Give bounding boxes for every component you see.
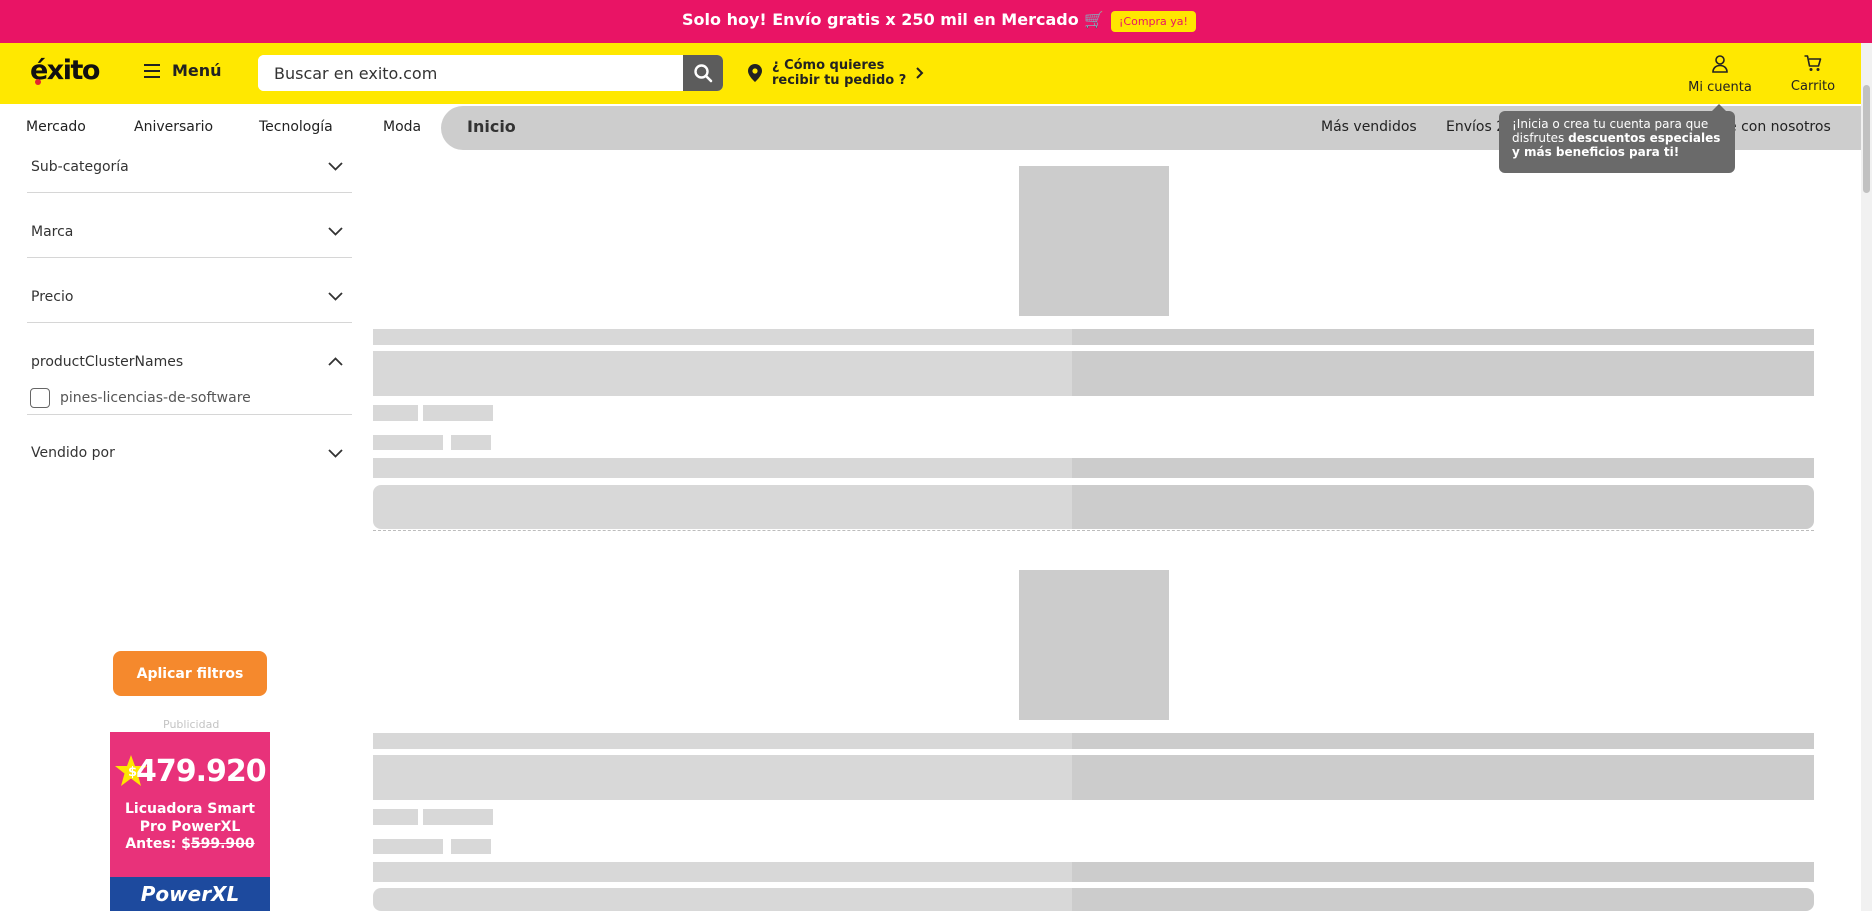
nav-item-mas-vendidos[interactable]: Más vendidos — [1321, 119, 1417, 135]
chevron-down-icon — [328, 162, 343, 171]
account-tooltip: ¡Inicia o crea tu cuenta para que disfru… — [1499, 111, 1735, 173]
cart-button[interactable]: Carrito — [1785, 55, 1841, 94]
cart-icon — [1804, 55, 1822, 71]
skeleton-chip — [423, 405, 493, 421]
nav-item-moda[interactable]: Moda — [383, 119, 421, 135]
menu-button[interactable]: Menú — [144, 61, 222, 80]
ad-price: 479.920 — [136, 754, 267, 789]
skeleton-chip — [373, 839, 443, 854]
ad-before-price: Antes: $599.900 — [110, 836, 270, 852]
skeleton-bar — [373, 329, 1814, 345]
filter-label: Vendido por — [31, 445, 115, 461]
nav-item-inicio[interactable]: Inicio — [467, 117, 516, 136]
filter-label: Precio — [31, 289, 74, 305]
cluster-option[interactable]: pines-licencias-de-software — [30, 388, 251, 408]
skeleton-button — [373, 888, 1814, 911]
skeleton-chip — [451, 839, 491, 854]
chevron-up-icon — [328, 357, 343, 366]
nav-item-envios[interactable]: Envíos 2 — [1446, 119, 1505, 135]
nav-item-vende-con-nosotros[interactable]: e con nosotros — [1728, 119, 1831, 135]
ad-product-name: Licuadora Smart Pro PowerXL — [124, 801, 255, 835]
filter-sub-categoria[interactable]: Sub-categoría — [27, 128, 352, 193]
scrollbar-thumb[interactable] — [1863, 85, 1870, 193]
filter-label: Marca — [31, 224, 74, 240]
skeleton-image — [1019, 570, 1169, 720]
logo-dot — [35, 79, 41, 85]
promo-text: Solo hoy! Envío gratis x 250 mil en Merc… — [682, 10, 1105, 29]
skeleton-button — [373, 485, 1814, 529]
skeleton-chip — [373, 809, 418, 825]
ad-banner[interactable]: $ 479.920 Licuadora Smart Pro PowerXL An… — [110, 732, 270, 911]
account-label: Mi cuenta — [1688, 80, 1752, 95]
delivery-text: ¿ Cómo quieres recibir tu pedido ? — [772, 58, 906, 88]
delivery-selector[interactable]: ¿ Cómo quieres recibir tu pedido ? — [748, 58, 924, 88]
search-icon — [694, 64, 713, 83]
filter-precio[interactable]: Precio — [27, 258, 352, 323]
main-header: éxito Menú ¿ Cómo quieres recibir tu ped… — [0, 43, 1861, 104]
delivery-line-1: ¿ Cómo quieres — [772, 58, 885, 73]
page-scrollbar[interactable] — [1861, 43, 1872, 911]
advertising-label: Publicidad — [163, 718, 220, 731]
skeleton-bar — [373, 755, 1814, 800]
cluster-checkbox[interactable] — [30, 388, 50, 408]
skeleton-bar — [373, 862, 1814, 882]
ad-old-price: 599.900 — [190, 836, 255, 852]
promo-banner: Solo hoy! Envío gratis x 250 mil en Merc… — [0, 0, 1872, 43]
apply-filters-button[interactable]: Aplicar filtros — [113, 651, 267, 696]
location-pin-icon — [748, 64, 762, 82]
promo-shop-button[interactable]: ¡Compra ya! — [1111, 11, 1196, 32]
menu-label: Menú — [172, 61, 222, 80]
chevron-down-icon — [328, 449, 343, 458]
skeleton-chip — [451, 435, 491, 450]
ad-brand-logo: PowerXL — [110, 877, 270, 911]
skeleton-bar — [373, 351, 1814, 396]
chevron-right-icon — [916, 67, 924, 79]
chevron-down-icon — [328, 292, 343, 301]
skeleton-bar — [373, 458, 1814, 478]
search-input[interactable] — [258, 55, 683, 91]
ad-before-label: Antes: $ — [125, 836, 191, 852]
card-divider — [373, 530, 1814, 531]
search-bar — [258, 55, 723, 91]
filter-label: Sub-categoría — [31, 159, 129, 175]
user-icon — [1712, 55, 1728, 73]
delivery-line-2: recibir tu pedido ? — [772, 73, 907, 88]
hamburger-icon — [144, 63, 160, 78]
account-button[interactable]: Mi cuenta — [1684, 55, 1756, 95]
chevron-down-icon — [328, 227, 343, 236]
skeleton-chip — [373, 435, 443, 450]
filter-marca[interactable]: Marca — [27, 193, 352, 258]
skeleton-image — [1019, 166, 1169, 316]
skeleton-chip — [373, 405, 418, 421]
cluster-option-label: pines-licencias-de-software — [60, 390, 251, 406]
filter-vendido-por[interactable]: Vendido por — [27, 415, 352, 480]
search-button[interactable] — [683, 55, 723, 91]
cart-label: Carrito — [1790, 79, 1836, 94]
skeleton-bar — [373, 733, 1814, 749]
filter-label: productClusterNames — [31, 354, 184, 370]
skeleton-chip — [423, 809, 493, 825]
